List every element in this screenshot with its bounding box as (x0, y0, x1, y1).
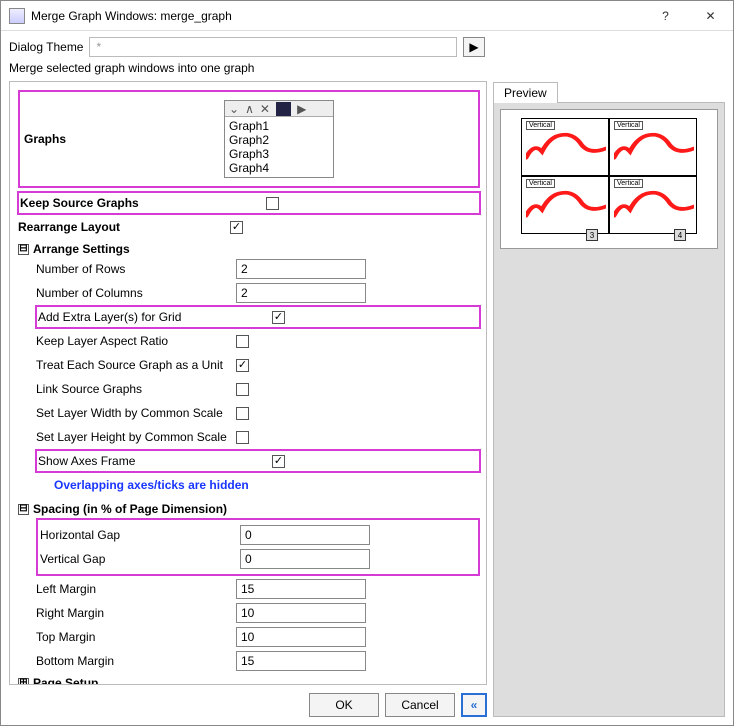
extra-layer-checkbox[interactable] (272, 311, 285, 324)
preview-graph: Vertical Vertical Vertical 3 (500, 109, 718, 249)
app-icon (9, 8, 25, 24)
link-src-checkbox[interactable] (236, 383, 249, 396)
titlebar: Merge Graph Windows: merge_graph ? ✕ (1, 1, 733, 31)
spacing-expander[interactable]: ⊟ (18, 504, 29, 515)
graphs-list[interactable]: ⌄ ∧ ✕ ■ ▶ Graph1 Graph2 Graph3 Graph4 (224, 100, 334, 178)
height-common-checkbox[interactable] (236, 431, 249, 444)
extra-layer-label: Add Extra Layer(s) for Grid (38, 310, 238, 324)
keep-source-checkbox[interactable] (266, 197, 279, 210)
width-common-checkbox[interactable] (236, 407, 249, 420)
collapse-preview-button[interactable]: « (461, 693, 487, 717)
cols-input[interactable] (236, 283, 366, 303)
cols-label: Number of Columns (36, 286, 236, 300)
graphs-tool-play-icon[interactable]: ▶ (297, 102, 306, 116)
vgap-input[interactable] (240, 549, 370, 569)
lmargin-input[interactable] (236, 579, 366, 599)
close-button[interactable]: ✕ (688, 1, 733, 30)
page-setup-header: Page Setup (33, 676, 98, 685)
window-title: Merge Graph Windows: merge_graph (31, 9, 643, 23)
graphs-toolbar[interactable]: ⌄ ∧ ✕ ■ ▶ (225, 101, 333, 117)
tmargin-input[interactable] (236, 627, 366, 647)
spacing-header: Spacing (in % of Page Dimension) (33, 502, 227, 516)
dialog-theme-menu-button[interactable]: ▶ (463, 37, 485, 57)
keep-aspect-checkbox[interactable] (236, 335, 249, 348)
rearrange-label: Rearrange Layout (18, 220, 218, 234)
hgap-input[interactable] (240, 525, 370, 545)
hgap-label: Horizontal Gap (40, 528, 240, 542)
rows-label: Number of Rows (36, 262, 236, 276)
bmargin-input[interactable] (236, 651, 366, 671)
dialog-theme-input[interactable]: * (89, 37, 457, 57)
dialog-description: Merge selected graph windows into one gr… (9, 61, 485, 75)
rmargin-label: Right Margin (36, 606, 236, 620)
help-button[interactable]: ? (643, 1, 688, 30)
graphs-tool-select-icon[interactable]: ■ (276, 102, 291, 116)
list-item[interactable]: Graph2 (229, 133, 329, 147)
preview-tab[interactable]: Preview (493, 82, 558, 103)
preview-pane: Vertical Vertical Vertical 3 (493, 102, 725, 717)
graphs-label: Graphs (24, 132, 224, 146)
cancel-button[interactable]: Cancel (385, 693, 455, 717)
preview-badge-3: 3 (586, 229, 598, 241)
preview-cell-label: Vertical (526, 121, 555, 130)
treat-unit-checkbox[interactable] (236, 359, 249, 372)
keep-aspect-label: Keep Layer Aspect Ratio (36, 334, 236, 348)
treat-unit-label: Treat Each Source Graph as a Unit (36, 358, 236, 372)
preview-cell-label: Vertical (614, 121, 643, 130)
vgap-label: Vertical Gap (40, 552, 240, 566)
lmargin-label: Left Margin (36, 582, 236, 596)
preview-cell-label: Vertical (526, 179, 555, 188)
ok-button[interactable]: OK (309, 693, 379, 717)
list-item[interactable]: Graph1 (229, 119, 329, 133)
page-setup-expander[interactable]: ⊞ (18, 678, 29, 686)
graphs-tool-down-icon[interactable]: ⌄ (229, 102, 239, 116)
keep-source-label: Keep Source Graphs (20, 196, 220, 210)
height-common-label: Set Layer Height by Common Scale (36, 430, 236, 444)
arrange-expander[interactable]: ⊟ (18, 244, 29, 255)
overlap-hint: Overlapping axes/ticks are hidden (36, 474, 480, 498)
graphs-tool-remove-icon[interactable]: ✕ (260, 102, 270, 116)
preview-cell-label: Vertical (614, 179, 643, 188)
graphs-tool-up-icon[interactable]: ∧ (245, 102, 254, 116)
dialog-theme-label: Dialog Theme (9, 40, 83, 54)
list-item[interactable]: Graph3 (229, 147, 329, 161)
rearrange-checkbox[interactable] (230, 221, 243, 234)
settings-scroll-area[interactable]: Graphs ⌄ ∧ ✕ ■ ▶ Graph1 Graph2 (9, 81, 487, 685)
link-src-label: Link Source Graphs (36, 382, 236, 396)
rmargin-input[interactable] (236, 603, 366, 623)
width-common-label: Set Layer Width by Common Scale (36, 406, 236, 420)
tmargin-label: Top Margin (36, 630, 236, 644)
list-item[interactable]: Graph4 (229, 161, 329, 175)
bmargin-label: Bottom Margin (36, 654, 236, 668)
show-axes-checkbox[interactable] (272, 455, 285, 468)
preview-badge-4: 4 (674, 229, 686, 241)
arrange-header: Arrange Settings (33, 242, 130, 256)
show-axes-label: Show Axes Frame (38, 454, 238, 468)
rows-input[interactable] (236, 259, 366, 279)
